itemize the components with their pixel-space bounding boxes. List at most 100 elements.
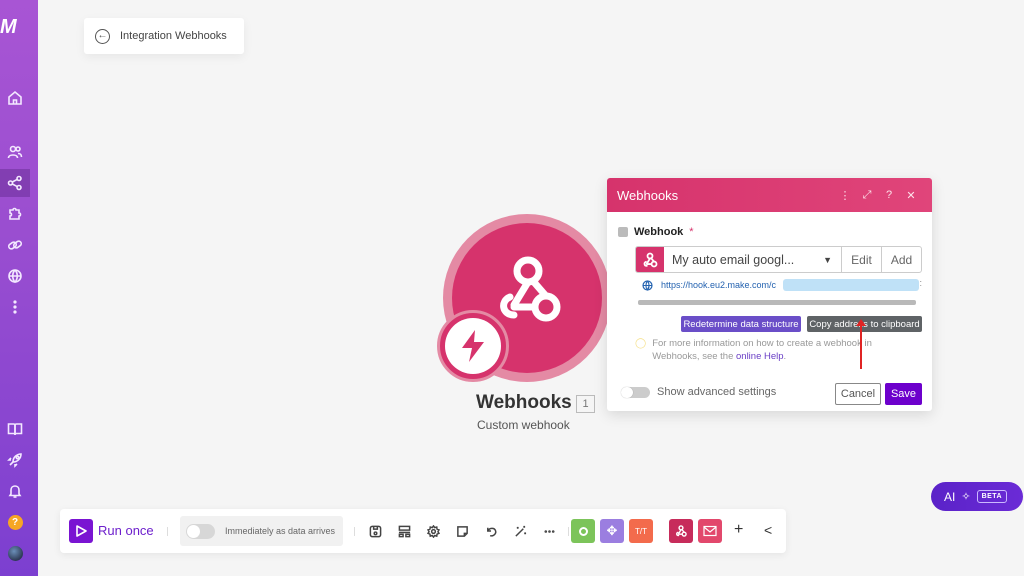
webhooks-app-button[interactable]	[669, 519, 693, 543]
sidebar-item-home[interactable]	[0, 84, 30, 112]
webhook-select-row: My auto email googl... ▼ Edit Add	[635, 246, 922, 273]
sidebar-item-team[interactable]	[0, 138, 30, 166]
sidebar-item-connections[interactable]	[0, 231, 30, 259]
auto-align-button[interactable]	[395, 522, 413, 540]
flow-control-icon: ✥	[606, 523, 618, 538]
globe-icon	[642, 279, 653, 291]
sidebar-item-more[interactable]	[0, 293, 30, 321]
help-note: ◯ For more information on how to create …	[635, 337, 915, 363]
run-once-button[interactable]	[69, 519, 93, 543]
home-icon	[8, 90, 22, 105]
more-horizontal-icon	[543, 529, 555, 533]
ai-label: AI	[944, 489, 956, 504]
annotation-arrow	[856, 319, 866, 369]
dialog-header: Webhooks ⋮ ⤢ ? ✕	[607, 178, 932, 212]
sidebar-item-docs[interactable]	[0, 415, 30, 443]
users-icon	[7, 145, 23, 159]
required-mark: *	[689, 226, 694, 238]
advanced-settings-toggle-row: Show advanced settings	[621, 386, 776, 398]
envelope-icon	[703, 525, 717, 537]
gear-icon	[578, 526, 588, 536]
link-icon	[7, 240, 23, 250]
scenario-name: Integration Webhooks	[120, 30, 227, 42]
share-icon	[7, 175, 22, 191]
webhook-icon	[636, 247, 664, 272]
add-app-button[interactable]: +	[734, 521, 743, 539]
rocket-icon	[7, 453, 22, 468]
webhooks-dialog: Webhooks ⋮ ⤢ ? ✕ Webhook * My auto email …	[607, 178, 932, 411]
webhook-icon	[500, 256, 561, 322]
instant-trigger-badge	[437, 310, 509, 382]
field-toggle-checkbox[interactable]	[618, 227, 628, 237]
tools-button[interactable]	[571, 519, 595, 543]
back-button[interactable]: ← Integration Webhooks	[84, 18, 244, 54]
more-options-button[interactable]	[540, 522, 558, 540]
toolbar-divider	[568, 527, 569, 536]
explain-flow-button[interactable]	[511, 522, 529, 540]
flow-control-button[interactable]: ✥	[600, 519, 624, 543]
bottom-toolbar: Run once Immediately as data arrives ✥ T…	[60, 509, 786, 553]
save-scenario-button[interactable]	[366, 522, 384, 540]
webhook-url[interactable]: https://hook.eu2.make.com/c	[661, 280, 776, 290]
beta-badge: BETA	[976, 490, 1008, 503]
undo-button[interactable]	[482, 522, 500, 540]
edit-webhook-button[interactable]: Edit	[841, 247, 881, 272]
lightbulb-icon: ◯	[635, 338, 647, 349]
sidebar-item-whats-new[interactable]	[0, 446, 30, 474]
sidebar-item-help[interactable]: ?	[0, 508, 30, 536]
toolbar-divider	[354, 527, 355, 536]
module-count-badge: 1	[576, 395, 595, 413]
schedule-toggle[interactable]	[186, 523, 215, 539]
notes-button[interactable]	[453, 522, 471, 540]
more-vertical-icon	[13, 300, 17, 314]
horizontal-scrollbar[interactable]	[638, 300, 916, 305]
sidebar-item-notifications[interactable]	[0, 477, 30, 505]
collapse-toolbar-button[interactable]: <	[764, 522, 772, 538]
run-once-label[interactable]: Run once	[98, 523, 154, 538]
settings-icon	[426, 524, 440, 538]
arrow-left-icon: ←	[95, 28, 110, 44]
add-webhook-button[interactable]: Add	[881, 247, 921, 272]
module-subtitle: Custom webhook	[477, 418, 570, 432]
help-text-end: .	[783, 351, 787, 362]
text-parser-button[interactable]: T/T	[629, 519, 653, 543]
overflow-marker: :	[919, 278, 922, 288]
webhook-icon	[676, 525, 687, 537]
expand-icon[interactable]: ⤢	[856, 189, 878, 202]
webhook-select[interactable]: My auto email googl... ▼	[664, 247, 841, 272]
advanced-settings-toggle[interactable]	[621, 386, 650, 398]
avatar	[7, 545, 23, 561]
sidebar-item-webhooks[interactable]	[0, 262, 30, 290]
module-title: Webhooks	[476, 392, 572, 413]
globe-icon	[8, 269, 22, 284]
webhook-url-row: https://hook.eu2.make.com/c :	[642, 278, 922, 292]
ai-assistant-button[interactable]: AI ✧ BETA	[931, 482, 1023, 511]
magic-wand-icon	[514, 525, 526, 537]
scenario-settings-button[interactable]	[424, 522, 442, 540]
sidebar-item-apps[interactable]	[0, 200, 30, 228]
make-logo[interactable]: M	[0, 16, 24, 38]
dialog-title: Webhooks	[617, 187, 679, 203]
cancel-button[interactable]: Cancel	[835, 383, 881, 405]
notes-icon	[456, 525, 468, 537]
help-icon[interactable]: ?	[878, 189, 900, 201]
webhook-select-value: My auto email googl...	[672, 252, 795, 267]
schedule-label: Immediately as data arrives	[225, 526, 336, 536]
online-help-link[interactable]: online Help	[736, 351, 784, 362]
sidebar-item-profile[interactable]	[0, 539, 30, 567]
field-label-text: Webhook	[634, 226, 684, 238]
redetermine-data-structure-button[interactable]: Redetermine data structure	[681, 316, 801, 332]
text-parser-icon: T/T	[635, 526, 647, 536]
more-vertical-icon[interactable]: ⋮	[834, 189, 856, 202]
save-button[interactable]: Save	[885, 383, 922, 405]
caret-down-icon: ▼	[823, 254, 832, 265]
book-icon	[7, 423, 23, 436]
close-icon[interactable]: ✕	[900, 189, 922, 202]
sidebar: M ?	[0, 0, 38, 576]
email-app-button[interactable]	[698, 519, 722, 543]
sidebar-item-scenarios[interactable]	[0, 169, 30, 197]
save-icon	[369, 525, 381, 537]
undo-icon	[486, 527, 496, 537]
bell-icon	[8, 485, 22, 498]
puzzle-icon	[9, 207, 22, 220]
